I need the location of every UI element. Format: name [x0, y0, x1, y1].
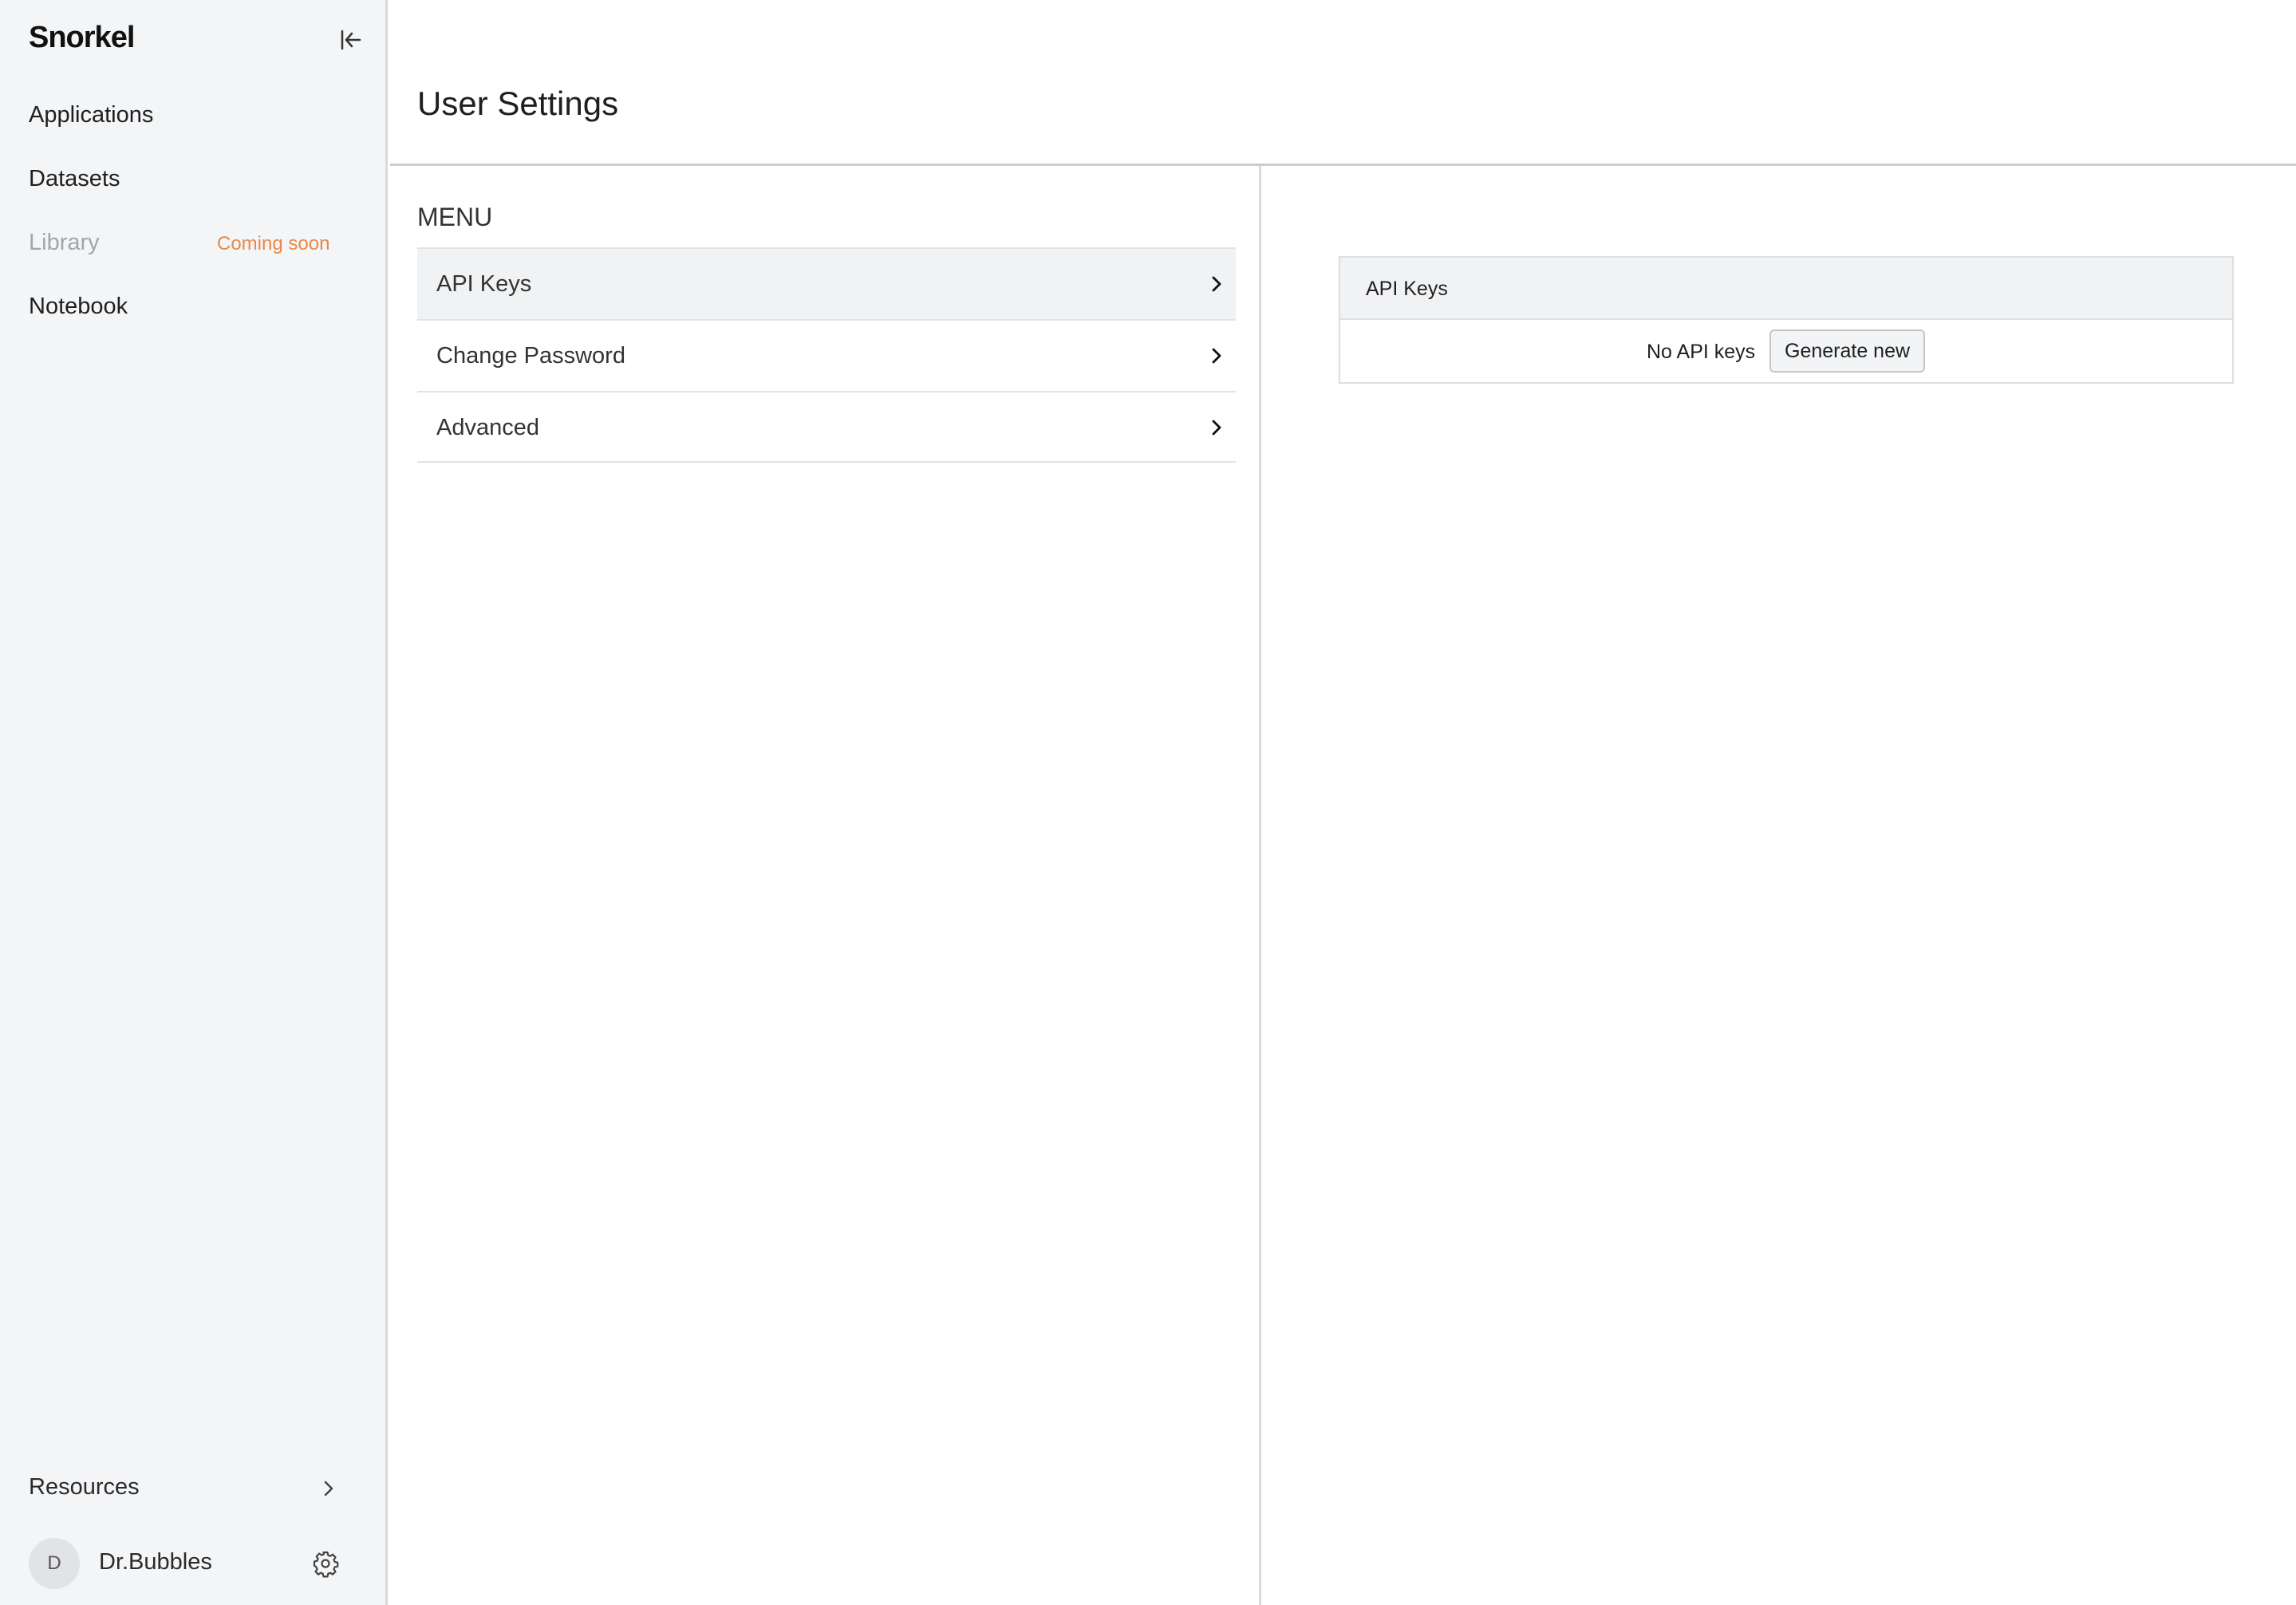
settings-menu-panel: MENU API Keys Change Password Advanced [390, 166, 1261, 1605]
nav-notebook[interactable]: Notebook [29, 294, 128, 320]
api-keys-card: API Keys No API keys Generate new [1339, 256, 2234, 384]
nav-library: Library [29, 230, 100, 255]
menu-item-advanced[interactable]: Advanced [417, 391, 1236, 463]
settings-content: API Keys No API keys Generate new [1264, 166, 2296, 1605]
app-root: Snorkel Applications Datasets Library Co… [0, 0, 2296, 1605]
no-api-keys-text: No API keys [1647, 341, 1756, 363]
nav-datasets[interactable]: Datasets [29, 166, 120, 192]
logo: Snorkel [29, 21, 135, 54]
coming-soon-badge: Coming soon [217, 233, 330, 254]
menu-item-change-password[interactable]: Change Password [417, 319, 1236, 391]
generate-new-button[interactable]: Generate new [1769, 329, 1926, 373]
page-title: User Settings [417, 85, 619, 122]
chevron-right-icon [1205, 345, 1228, 367]
menu-item-label: Advanced [436, 415, 539, 440]
menu-item-label: API Keys [436, 271, 532, 297]
page-header: User Settings [390, 0, 2296, 166]
api-keys-card-body: No API keys Generate new [1340, 320, 2232, 384]
sidebar: Snorkel Applications Datasets Library Co… [0, 0, 388, 1605]
gear-icon[interactable] [311, 1549, 340, 1578]
user-profile: D Dr.Bubbles [29, 1538, 340, 1589]
resources-menu[interactable]: Resources [29, 1474, 340, 1506]
user-name: Dr.Bubbles [99, 1549, 212, 1575]
api-keys-title: API Keys [1366, 278, 1448, 300]
menu-item-label: Change Password [436, 343, 625, 369]
settings-menu: API Keys Change Password Advanced [417, 247, 1236, 463]
avatar[interactable]: D [29, 1538, 80, 1589]
api-keys-card-header: API Keys [1340, 258, 2232, 320]
nav-applications[interactable]: Applications [29, 102, 153, 128]
resources-label: Resources [29, 1474, 140, 1500]
chevron-right-icon [318, 1477, 340, 1500]
menu-heading: MENU [417, 203, 493, 231]
chevron-right-icon [1205, 416, 1228, 439]
collapse-sidebar-icon[interactable] [335, 24, 367, 56]
chevron-right-icon [1205, 273, 1228, 295]
menu-item-api-keys[interactable]: API Keys [417, 247, 1236, 319]
